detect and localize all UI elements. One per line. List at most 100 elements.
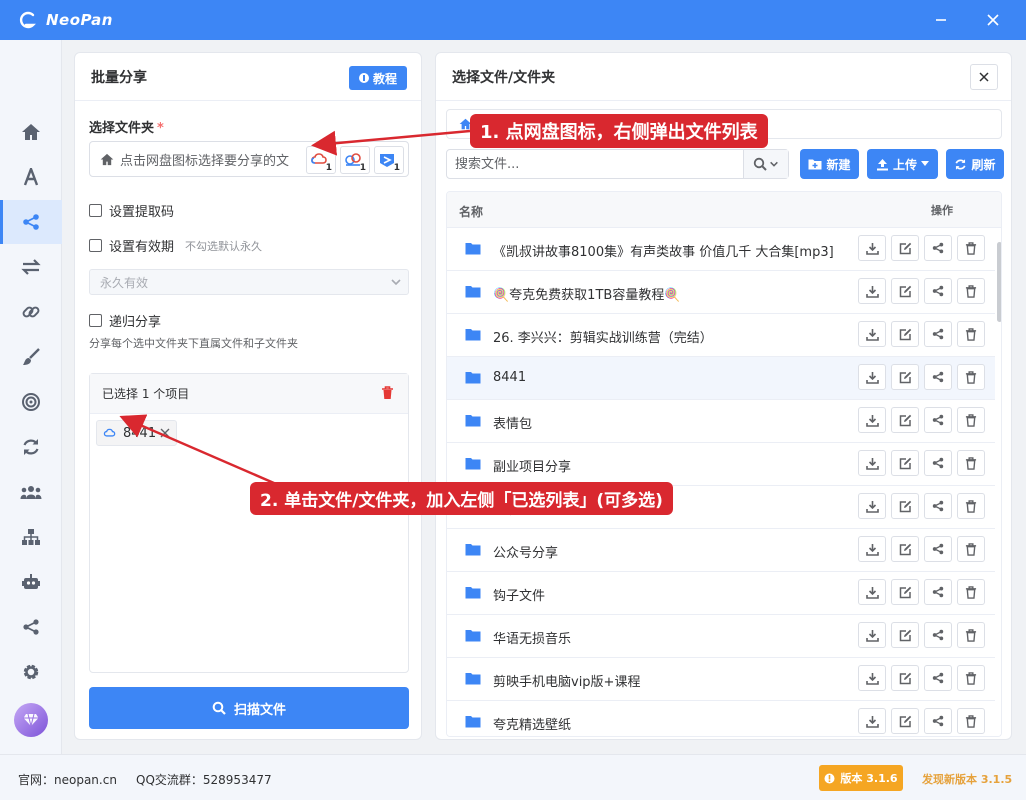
close-window-button[interactable] bbox=[970, 0, 1016, 40]
close-panel-button[interactable] bbox=[970, 64, 998, 90]
table-row[interactable]: 夸克精选壁纸 bbox=[447, 701, 995, 736]
download-button[interactable] bbox=[858, 579, 886, 605]
set-code-row[interactable]: 设置提取码 bbox=[89, 201, 174, 220]
nav-batch-share[interactable] bbox=[0, 200, 62, 244]
minimize-button[interactable] bbox=[918, 0, 964, 40]
nav-home[interactable] bbox=[0, 110, 62, 154]
set-code-checkbox[interactable] bbox=[89, 204, 102, 217]
share-button[interactable] bbox=[924, 493, 952, 519]
download-button[interactable] bbox=[858, 364, 886, 390]
table-row[interactable]: 《凯叔讲故事8100集》有声类故事 价值几千 大合集[mp3] bbox=[447, 228, 995, 271]
refresh-button[interactable]: 刷新 bbox=[946, 149, 1004, 179]
download-button[interactable] bbox=[858, 407, 886, 433]
delete-button[interactable] bbox=[957, 665, 985, 691]
share-button[interactable] bbox=[924, 622, 952, 648]
close-icon[interactable] bbox=[160, 428, 170, 438]
nav-text[interactable] bbox=[0, 155, 62, 199]
download-button[interactable] bbox=[858, 321, 886, 347]
rename-button[interactable] bbox=[891, 235, 919, 261]
share-button[interactable] bbox=[924, 665, 952, 691]
share-button[interactable] bbox=[924, 450, 952, 476]
drive-quark-button[interactable]: 1 bbox=[306, 146, 336, 174]
drive-aliyun-button[interactable]: 1 bbox=[374, 146, 404, 174]
share-button[interactable] bbox=[924, 278, 952, 304]
nav-robot[interactable] bbox=[0, 560, 62, 604]
delete-button[interactable] bbox=[957, 407, 985, 433]
selected-tag[interactable]: 8441 bbox=[96, 420, 178, 446]
tutorial-button[interactable]: 教程 bbox=[349, 66, 407, 90]
delete-button[interactable] bbox=[957, 321, 985, 347]
table-row[interactable]: 公众号分享 bbox=[447, 529, 995, 572]
website-link[interactable]: 官网：neopan.cn bbox=[18, 771, 117, 788]
delete-button[interactable] bbox=[957, 622, 985, 648]
rename-button[interactable] bbox=[891, 665, 919, 691]
recursive-checkbox[interactable] bbox=[89, 314, 102, 327]
rename-button[interactable] bbox=[891, 364, 919, 390]
delete-button[interactable] bbox=[957, 364, 985, 390]
delete-button[interactable] bbox=[957, 536, 985, 562]
share-button[interactable] bbox=[924, 579, 952, 605]
download-button[interactable] bbox=[858, 665, 886, 691]
table-row[interactable]: 表情包 bbox=[447, 400, 995, 443]
new-folder-button[interactable]: 新建 bbox=[800, 149, 859, 179]
version-badge[interactable]: 版本 3.1.6 bbox=[819, 765, 903, 791]
table-row[interactable]: 剪映手机电脑vip版+课程 bbox=[447, 658, 995, 701]
rename-button[interactable] bbox=[891, 278, 919, 304]
nav-target[interactable] bbox=[0, 380, 62, 424]
nav-transfer[interactable] bbox=[0, 245, 62, 289]
search-button[interactable] bbox=[743, 150, 788, 178]
rename-button[interactable] bbox=[891, 407, 919, 433]
upload-button[interactable]: 上传 bbox=[867, 149, 938, 179]
delete-button[interactable] bbox=[957, 235, 985, 261]
download-button[interactable] bbox=[858, 450, 886, 476]
delete-button[interactable] bbox=[957, 450, 985, 476]
table-row[interactable]: 8441 bbox=[447, 357, 995, 400]
nav-clean[interactable] bbox=[0, 335, 62, 379]
share-button[interactable] bbox=[924, 536, 952, 562]
share-button[interactable] bbox=[924, 235, 952, 261]
rename-button[interactable] bbox=[891, 321, 919, 347]
download-button[interactable] bbox=[858, 493, 886, 519]
nav-share-2[interactable] bbox=[0, 605, 62, 649]
search-input[interactable] bbox=[447, 150, 737, 178]
table-row[interactable]: 副业项目分享 bbox=[447, 443, 995, 486]
avatar[interactable] bbox=[14, 703, 48, 737]
share-button[interactable] bbox=[924, 364, 952, 390]
table-row[interactable]: 🍭夸克免费获取1TB容量教程🍭 bbox=[447, 271, 995, 314]
delete-button[interactable] bbox=[957, 579, 985, 605]
expiry-select[interactable]: 永久有效 bbox=[89, 269, 409, 295]
download-button[interactable] bbox=[858, 278, 886, 304]
nav-sitemap[interactable] bbox=[0, 515, 62, 559]
delete-button[interactable] bbox=[957, 708, 985, 734]
file-search[interactable] bbox=[446, 149, 789, 179]
table-row[interactable]: 华语无损音乐 bbox=[447, 615, 995, 658]
rename-button[interactable] bbox=[891, 536, 919, 562]
folder-input[interactable]: 点击网盘图标选择要分享的文 1 1 1 bbox=[89, 141, 409, 177]
trash-icon[interactable] bbox=[381, 386, 394, 400]
nav-link[interactable] bbox=[0, 290, 62, 334]
delete-button[interactable] bbox=[957, 493, 985, 519]
table-row[interactable]: 钩子文件 bbox=[447, 572, 995, 615]
rename-button[interactable] bbox=[891, 579, 919, 605]
share-button[interactable] bbox=[924, 407, 952, 433]
rename-button[interactable] bbox=[891, 622, 919, 648]
nav-users[interactable] bbox=[0, 470, 62, 514]
rename-button[interactable] bbox=[891, 708, 919, 734]
download-button[interactable] bbox=[858, 536, 886, 562]
nav-sync[interactable] bbox=[0, 425, 62, 469]
download-button[interactable] bbox=[858, 622, 886, 648]
delete-button[interactable] bbox=[957, 278, 985, 304]
nav-settings[interactable] bbox=[0, 650, 62, 694]
scan-files-button[interactable]: 扫描文件 bbox=[89, 687, 409, 729]
rename-button[interactable] bbox=[891, 493, 919, 519]
scrollbar-thumb[interactable] bbox=[997, 242, 1001, 322]
download-button[interactable] bbox=[858, 235, 886, 261]
recursive-row[interactable]: 递归分享 bbox=[89, 311, 161, 330]
table-row[interactable]: 26. 李兴兴：剪辑实战训练营（完结） bbox=[447, 314, 995, 357]
set-expiry-checkbox[interactable] bbox=[89, 239, 102, 252]
share-button[interactable] bbox=[924, 321, 952, 347]
download-button[interactable] bbox=[858, 708, 886, 734]
drive-baidu-button[interactable]: 1 bbox=[340, 146, 370, 174]
update-link[interactable]: 发现新版本 3.1.5 bbox=[922, 771, 1012, 787]
rename-button[interactable] bbox=[891, 450, 919, 476]
